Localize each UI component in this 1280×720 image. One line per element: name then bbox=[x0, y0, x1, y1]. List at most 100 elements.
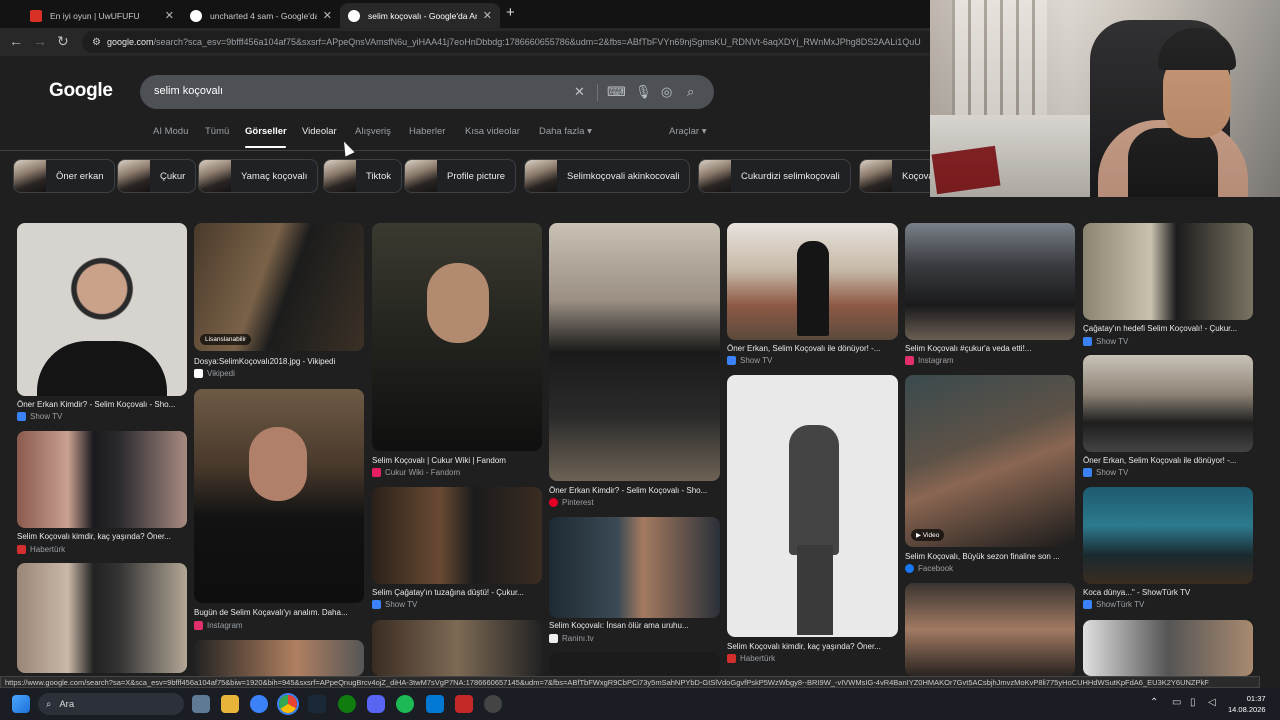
chevron-up-icon[interactable]: ⌃ bbox=[1150, 697, 1158, 708]
result-caption[interactable]: Selim Koçovalı kimdir, kaç yaşında? Öner… bbox=[17, 532, 188, 541]
source-label: Habertürk bbox=[740, 654, 776, 663]
source-label: Habertürk bbox=[30, 545, 66, 554]
result-source[interactable]: Instagram bbox=[194, 621, 243, 630]
result-source[interactable]: Show TV bbox=[727, 356, 772, 365]
battery-icon[interactable]: ▯ bbox=[1190, 697, 1196, 708]
image-result[interactable] bbox=[372, 620, 542, 676]
image-result[interactable] bbox=[727, 223, 898, 340]
image-result[interactable] bbox=[1083, 487, 1253, 584]
image-result[interactable]: Lisanslanabilir bbox=[194, 223, 364, 351]
mail-icon[interactable] bbox=[426, 695, 444, 713]
image-result[interactable] bbox=[194, 640, 364, 676]
result-caption[interactable]: Öner Erkan Kimdir? - Selim Koçovalı - Sh… bbox=[17, 400, 188, 409]
search-icon: ⌕ bbox=[46, 698, 52, 710]
image-result[interactable] bbox=[17, 223, 187, 396]
result-source[interactable]: ShowTürk TV bbox=[1083, 600, 1144, 609]
face bbox=[249, 427, 307, 501]
result-caption[interactable]: Selim Koçovalı kimdir, kaç yaşında? Öner… bbox=[727, 642, 898, 651]
network-icon[interactable]: ▭ bbox=[1172, 697, 1181, 708]
result-source[interactable]: Facebook bbox=[905, 564, 953, 573]
face bbox=[427, 263, 489, 343]
instagram-favicon-icon bbox=[905, 356, 914, 365]
result-source[interactable]: Pinterest bbox=[549, 498, 594, 507]
source-label: Pinterest bbox=[562, 498, 594, 507]
streaming-app-icon[interactable] bbox=[455, 695, 473, 713]
windows-start-icon[interactable] bbox=[12, 695, 30, 713]
image-result[interactable] bbox=[194, 389, 364, 603]
image-result[interactable] bbox=[905, 223, 1075, 340]
image-result[interactable]: ▶ Video bbox=[905, 375, 1075, 547]
result-source[interactable]: Instagram bbox=[905, 356, 954, 365]
license-badge: Lisanslanabilir bbox=[200, 334, 252, 345]
result-caption[interactable]: Selim Koçovalı, Büyük sezon finaline son… bbox=[905, 552, 1076, 561]
result-caption[interactable]: Çağatay'ın hedefi Selim Koçovalı! - Çuku… bbox=[1083, 324, 1254, 333]
image-result[interactable] bbox=[17, 431, 187, 528]
image-result[interactable] bbox=[727, 375, 898, 637]
showtv-favicon-icon bbox=[17, 412, 26, 421]
taskbar-search[interactable]: ⌕ Ara bbox=[38, 693, 184, 715]
result-source[interactable]: Show TV bbox=[17, 412, 62, 421]
image-result[interactable] bbox=[17, 563, 187, 673]
haberturk-favicon-icon bbox=[17, 545, 26, 554]
system-clock[interactable]: 01:37 14.08.2026 bbox=[1228, 693, 1266, 715]
source-label: Show TV bbox=[1096, 337, 1129, 346]
spotify-icon[interactable] bbox=[396, 695, 414, 713]
result-caption[interactable]: Selim Koçovalı #çukur'a veda etti!... bbox=[905, 344, 1076, 353]
taskbar-search-label: Ara bbox=[59, 698, 75, 710]
person bbox=[797, 241, 829, 336]
image-result[interactable] bbox=[372, 223, 542, 451]
image-result[interactable] bbox=[1083, 620, 1253, 676]
clock-date: 14.08.2026 bbox=[1228, 705, 1266, 714]
jacket bbox=[789, 425, 839, 555]
steam-icon[interactable] bbox=[308, 695, 326, 713]
raninitv-favicon-icon bbox=[549, 634, 558, 643]
file-explorer-icon[interactable] bbox=[221, 695, 239, 713]
image-result[interactable] bbox=[1083, 223, 1253, 320]
edge-icon[interactable] bbox=[250, 695, 268, 713]
image-result[interactable] bbox=[905, 583, 1075, 676]
source-label: Show TV bbox=[740, 356, 773, 365]
chrome-icon[interactable] bbox=[279, 695, 297, 713]
fandom-favicon-icon bbox=[372, 468, 381, 477]
result-source[interactable]: Habertürk bbox=[17, 545, 65, 554]
result-source[interactable]: Vikipedi bbox=[194, 369, 235, 378]
result-caption[interactable]: Selim Koçovalı: İnsan ölür ama uruhu... bbox=[549, 621, 720, 630]
image-result[interactable] bbox=[549, 517, 720, 618]
windows-taskbar: ⌕ Ara ⌃ ▭ ▯ ◁ 01:37 14.08.2026 bbox=[0, 688, 1280, 720]
result-caption[interactable]: Öner Erkan Kimdir? - Selim Koçovalı - Sh… bbox=[549, 486, 720, 495]
source-label: Cukur Wiki - Fandom bbox=[385, 468, 461, 477]
settings-icon[interactable] bbox=[484, 695, 502, 713]
result-caption[interactable]: Öner Erkan, Selim Koçovalı ile dönüyor! … bbox=[727, 344, 898, 353]
xbox-icon[interactable] bbox=[338, 695, 356, 713]
task-view-icon[interactable] bbox=[192, 695, 210, 713]
source-label: Facebook bbox=[918, 564, 954, 573]
discord-icon[interactable] bbox=[367, 695, 385, 713]
clock-time: 01:37 bbox=[1246, 694, 1266, 703]
result-caption[interactable]: Selim Koçovalı | Cukur Wiki | Fandom bbox=[372, 456, 543, 465]
result-source[interactable]: Habertürk bbox=[727, 654, 775, 663]
result-source[interactable]: Show TV bbox=[1083, 468, 1128, 477]
result-source[interactable]: Cukur Wiki - Fandom bbox=[372, 468, 460, 477]
result-caption[interactable]: Öner Erkan, Selim Koçovalı ile dönüyor! … bbox=[1083, 456, 1254, 465]
volume-icon[interactable]: ◁ bbox=[1208, 697, 1216, 708]
result-source[interactable]: Show TV bbox=[1083, 337, 1128, 346]
result-caption[interactable]: Bugün de Selim Koçavalı'yı analım. Daha.… bbox=[194, 608, 365, 617]
showtv-favicon-icon bbox=[372, 600, 381, 609]
image-result[interactable] bbox=[1083, 355, 1253, 452]
suit bbox=[37, 341, 167, 396]
result-source[interactable]: Raninı.tv bbox=[549, 634, 594, 643]
showtv-favicon-icon bbox=[1083, 468, 1092, 477]
image-result[interactable] bbox=[549, 223, 720, 481]
source-label: Instagram bbox=[207, 621, 243, 630]
image-result[interactable] bbox=[372, 487, 542, 584]
image-results-grid: Öner Erkan Kimdir? - Selim Koçovalı - Sh… bbox=[0, 0, 1280, 720]
result-caption[interactable]: Selim Çağatay'ın tuzağına düştü! - Çukur… bbox=[372, 588, 543, 597]
result-source[interactable]: Show TV bbox=[372, 600, 417, 609]
image-result[interactable] bbox=[549, 652, 720, 676]
source-label: Show TV bbox=[385, 600, 418, 609]
wikipedia-favicon-icon bbox=[194, 369, 203, 378]
showturk-favicon-icon bbox=[1083, 600, 1092, 609]
pinterest-favicon-icon bbox=[549, 498, 558, 507]
result-caption[interactable]: Dosya:SelimKoçovalı2018.jpg - Vikipedi bbox=[194, 357, 365, 366]
result-caption[interactable]: Koca dünya..." - ShowTürk TV bbox=[1083, 588, 1254, 597]
